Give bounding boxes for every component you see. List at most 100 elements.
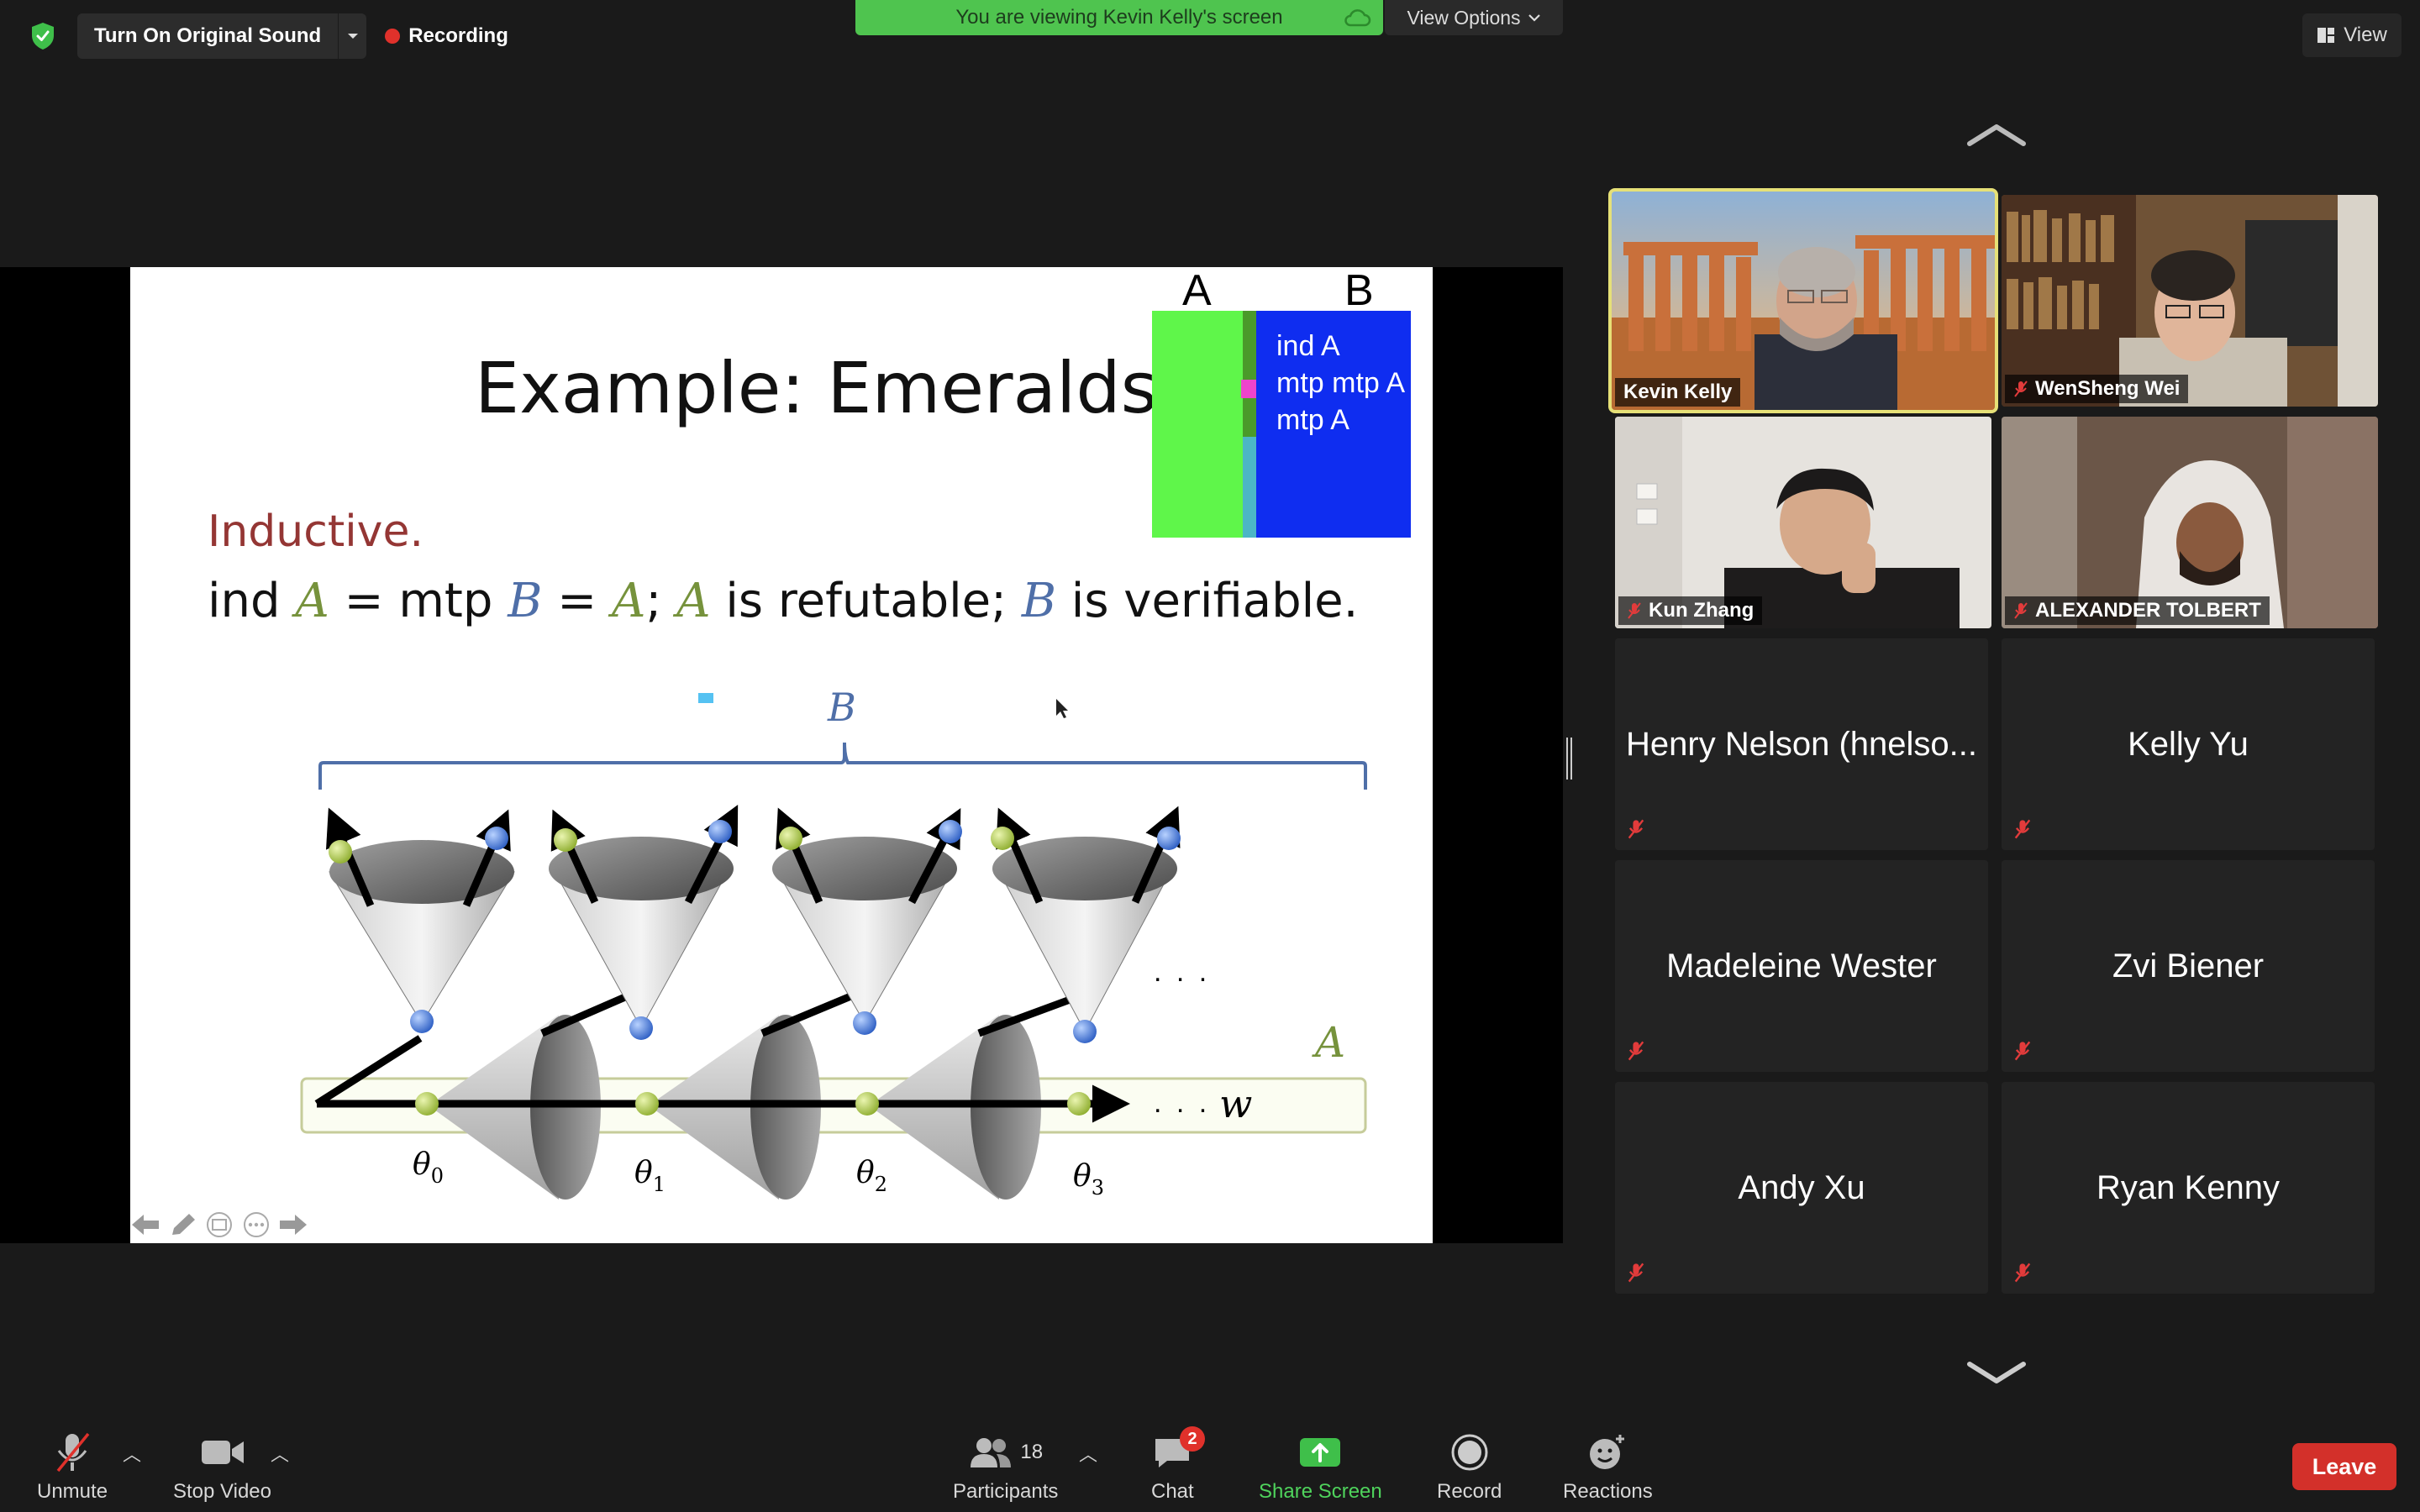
stop-video-button[interactable]: Stop Video <box>173 1430 271 1504</box>
ab-header-labels: A B <box>1139 267 1416 315</box>
more-icon[interactable] <box>241 1211 271 1238</box>
record-button[interactable]: Record <box>1437 1430 1502 1504</box>
record-label: Record <box>1437 1480 1502 1503</box>
participant-tile[interactable]: Kun Zhang <box>1615 417 1991 628</box>
share-screen-button[interactable]: Share Screen <box>1259 1430 1382 1504</box>
participants-count: 18 <box>1020 1441 1044 1463</box>
pen-icon[interactable] <box>167 1211 197 1238</box>
participant-name: Ryan Kenny <box>2096 1168 2280 1206</box>
video-options-caret-icon[interactable]: ︿ <box>271 1440 289 1467</box>
arrow-right-icon[interactable] <box>278 1211 308 1238</box>
formula-part: ind <box>208 574 296 628</box>
marker-point <box>1241 380 1256 398</box>
participant-tile[interactable]: Henry Nelson (hnelso... <box>1615 638 1988 850</box>
participants-options-caret-icon[interactable]: ︿ <box>1079 1440 1097 1467</box>
formula-var-a: A <box>676 574 711 628</box>
participant-tile[interactable]: ALEXANDER TOLBERT <box>2002 417 2378 628</box>
theta-label: θ <box>856 1156 875 1190</box>
region-boundary-lower <box>1243 437 1256 538</box>
arrow-left-icon[interactable] <box>130 1211 160 1238</box>
theta-label: θ <box>1073 1159 1092 1194</box>
view-options-button[interactable]: View Options <box>1385 0 1563 35</box>
theta-subscript: 3 <box>1092 1176 1104 1200</box>
microphone-muted-icon <box>2014 1041 2031 1061</box>
slide-title: Example: Emeralds <box>475 347 1158 429</box>
svg-text:θ1: θ1 <box>634 1156 666 1196</box>
formula-part: ; <box>645 574 677 628</box>
formula-part: is verifiable. <box>1055 574 1359 628</box>
participant-tile[interactable]: Ryan Kenny <box>2002 1082 2375 1294</box>
reactions-button[interactable]: Reactions <box>1563 1430 1653 1504</box>
participant-name-tag: ALEXANDER TOLBERT <box>2005 596 2270 625</box>
microphone-muted-icon <box>56 1432 90 1473</box>
set-a-label: A <box>1312 1018 1345 1067</box>
chevron-down-icon[interactable] <box>338 13 366 59</box>
participant-name-tag: Kun Zhang <box>1618 596 1763 625</box>
unmute-label: Unmute <box>37 1480 108 1503</box>
participant-tile[interactable]: Kevin Kelly <box>1608 188 1998 413</box>
microphone-muted-icon <box>2014 1263 2031 1283</box>
ellipsis-cones: . . . <box>1154 956 1210 988</box>
participant-name: Henry Nelson (hnelso... <box>1626 725 1977 763</box>
share-screen-icon <box>1300 1438 1341 1467</box>
formula-part: = mtp <box>329 574 508 628</box>
unmute-button[interactable]: Unmute <box>37 1430 108 1504</box>
theta-subscript: 0 <box>431 1164 444 1188</box>
share-screen-label: Share Screen <box>1259 1480 1382 1503</box>
participant-tile[interactable]: Kelly Yu <box>2002 638 2375 850</box>
participant-name: Andy Xu <box>1738 1168 1865 1206</box>
view-options-label: View Options <box>1407 6 1521 29</box>
participants-button[interactable]: 18 Participants <box>953 1430 1058 1504</box>
region-a <box>1152 311 1243 538</box>
box-label-b: B <box>1344 267 1374 315</box>
participant-tile[interactable]: Madeleine Wester <box>1615 860 1988 1072</box>
box-line: mtp mtp A <box>1276 367 1406 399</box>
formula-part: = <box>542 574 612 628</box>
participant-name: Kelly Yu <box>2128 725 2249 763</box>
leave-button[interactable]: Leave <box>2292 1443 2396 1490</box>
brace-b-label: B <box>827 685 856 730</box>
svg-text:θ2: θ2 <box>856 1156 887 1196</box>
svg-text:θ0: θ0 <box>413 1147 444 1188</box>
presentation-slide[interactable]: B A . . . w . . . θ0 θ1 θ2 θ3 Example: E… <box>130 267 1433 1243</box>
panel-resize-handle[interactable] <box>1566 738 1573 780</box>
recording-indicator[interactable]: Recording <box>385 24 508 48</box>
cloud-icon <box>1343 7 1371 34</box>
view-button[interactable]: View <box>2302 13 2402 57</box>
security-shield-icon[interactable] <box>20 13 66 59</box>
participant-name: Zvi Biener <box>2112 947 2265 984</box>
box-line: ind A <box>1276 330 1340 362</box>
theta-label: θ <box>413 1147 431 1182</box>
formula-part: is refutable; <box>710 574 1022 628</box>
formula-var-b: B <box>508 574 543 628</box>
theta-subscript: 1 <box>653 1173 666 1196</box>
participant-tile[interactable]: WenSheng Wei <box>2002 195 2378 407</box>
participant-tile[interactable]: Andy Xu <box>1615 1082 1988 1294</box>
microphone-muted-icon <box>2014 819 2031 839</box>
video-feed <box>1612 192 1995 410</box>
microphone-muted-icon <box>1628 1263 1644 1283</box>
participant-name: Kevin Kelly <box>1623 381 1733 403</box>
original-sound-label: Turn On Original Sound <box>94 24 322 47</box>
participant-name: Kun Zhang <box>1649 599 1754 622</box>
chat-unread-badge: 2 <box>1180 1426 1205 1452</box>
gallery-down-arrow-icon[interactable] <box>1966 1361 2027 1390</box>
participant-name-tag: WenSheng Wei <box>2005 375 2189 403</box>
box-line: mtp A <box>1276 404 1349 436</box>
microphone-muted-icon <box>1628 1041 1644 1061</box>
participant-name: ALEXANDER TOLBERT <box>2035 599 2261 622</box>
ellipsis-world: . . . <box>1154 1087 1210 1119</box>
slides-icon[interactable] <box>204 1211 234 1238</box>
slide-subtitle: Inductive. <box>208 507 424 557</box>
participant-tile[interactable]: Zvi Biener <box>2002 860 2375 1072</box>
gallery-up-arrow-icon[interactable] <box>1966 122 2027 151</box>
original-sound-button[interactable]: Turn On Original Sound <box>77 13 367 59</box>
world-w-label: w <box>1219 1081 1252 1126</box>
stop-video-label: Stop Video <box>173 1480 271 1503</box>
meeting-toolbar: Unmute ︿ Stop Video ︿ 18 Participants ︿ … <box>0 1423 2420 1512</box>
microphone-muted-icon <box>2014 602 2028 619</box>
theta-subscript: 2 <box>875 1173 887 1196</box>
audio-options-caret-icon[interactable]: ︿ <box>123 1440 141 1467</box>
top-left-controls: Turn On Original Sound Recording <box>20 13 508 59</box>
video-camera-icon <box>201 1441 244 1464</box>
